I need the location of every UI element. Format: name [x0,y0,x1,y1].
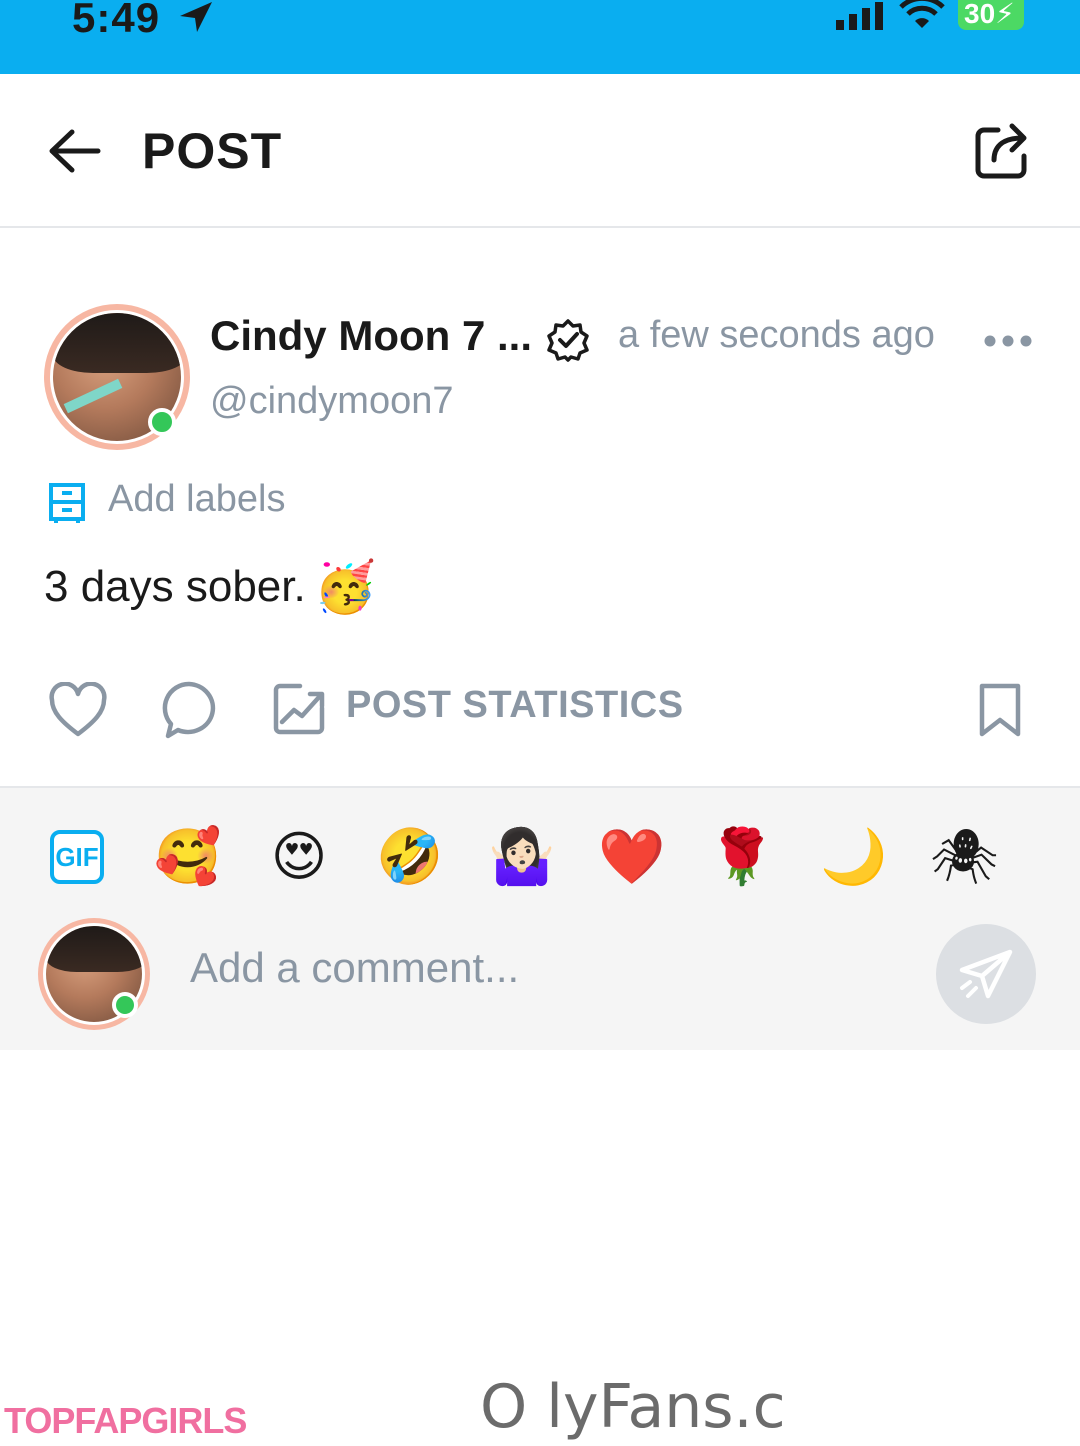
heart-icon[interactable] [48,682,108,738]
author-name[interactable]: Cindy Moon 7 ... [210,312,532,360]
post-timestamp: a few seconds ago [618,314,935,356]
emoji-quick-bar: GIF 🥰 😍 🤣 🤷🏻‍♀️ ❤️ 🌹 🌙 🕷 [0,824,1080,894]
party-face-emoji: 🥳 [314,559,377,615]
stats-icon[interactable] [272,682,328,736]
page-title: POST [142,123,283,179]
verified-badge-icon [547,319,589,362]
author-handle[interactable]: @cindymoon7 [210,380,453,423]
emoji-heart-eyes[interactable]: 😍 [266,824,332,890]
emoji-rose[interactable]: 🌹 [708,824,775,890]
online-status-dot [148,408,176,436]
watermark-left: TOPFAPGIRLS [4,1400,247,1441]
send-button[interactable] [936,924,1036,1024]
comment-section: GIF 🥰 😍 🤣 🤷🏻‍♀️ ❤️ 🌹 🌙 🕷 [0,786,1080,1050]
emoji-shrug[interactable]: 🤷🏻‍♀️ [488,824,555,890]
watermark-right: O lyFans.c m/MaiHero [480,1372,806,1446]
add-labels-link[interactable]: Add labels [108,478,285,521]
emoji-red-heart[interactable]: ❤️ [598,824,665,890]
arrow-left-icon[interactable] [48,128,102,174]
emoji-smiling-hearts[interactable]: 🥰 [154,824,221,890]
battery-indicator: 30⚡ [958,0,1024,30]
send-icon [959,949,1013,999]
comment-bubble-icon[interactable] [160,680,218,740]
status-time: 5:49 [72,0,161,41]
emoji-spider[interactable]: 🕷 [930,824,999,890]
gif-button[interactable]: GIF [50,830,104,884]
emoji-crescent-moon[interactable]: 🌙 [820,824,887,890]
online-status-dot [112,992,138,1018]
charging-bolt-icon: ⚡ [995,0,1015,29]
share-icon[interactable] [974,122,1032,180]
post-statistics-button[interactable]: POST STATISTICS [346,684,684,727]
label-icon[interactable] [48,482,86,524]
status-bar: 5:49 30⚡ [0,0,1080,74]
emoji-rofl[interactable]: 🤣 [376,824,443,890]
post-text: 3 days sober. [44,562,306,611]
more-dots-icon[interactable] [984,334,1032,348]
comment-input[interactable] [190,938,910,998]
battery-level: 30 [964,0,996,29]
cellular-signal-icon [836,2,883,30]
bookmark-icon[interactable] [976,682,1024,738]
top-header: POST [0,74,1080,228]
wifi-icon [899,0,945,28]
location-arrow-icon [180,2,212,32]
